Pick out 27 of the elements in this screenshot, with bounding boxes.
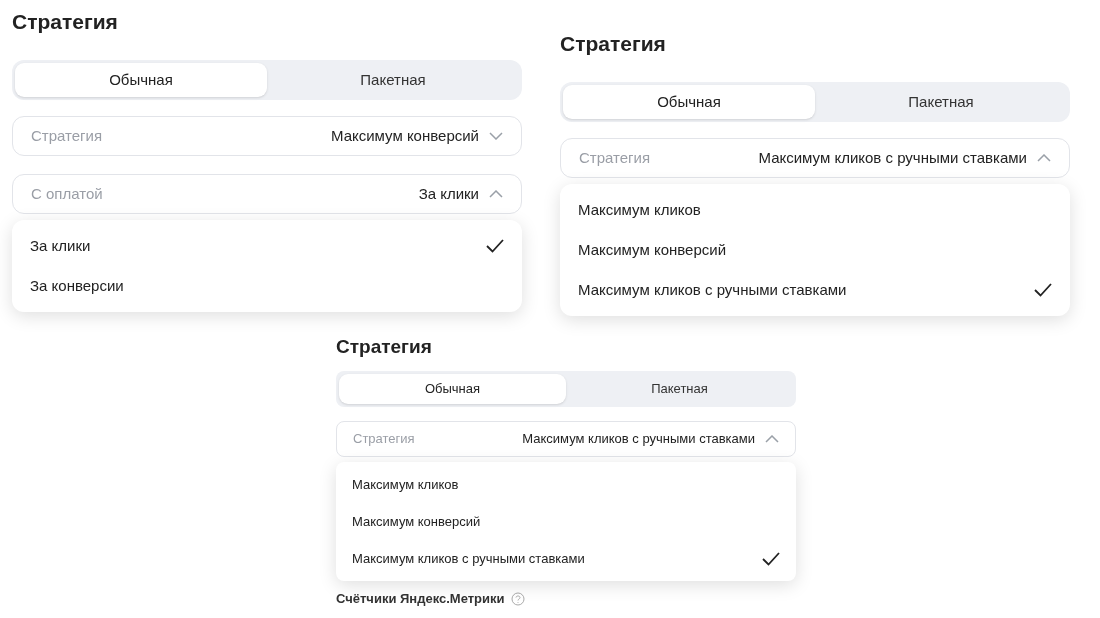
help-icon[interactable]	[510, 591, 525, 606]
tab[interactable]: Обычная	[339, 374, 566, 404]
dropdown-option[interactable]: Максимум кликов	[336, 466, 796, 503]
dropdown-option[interactable]: Максимум кликов с ручными ставками	[336, 540, 796, 577]
section-title: Стратегия	[12, 9, 119, 32]
tab[interactable]: Пакетная	[815, 85, 1067, 119]
tab[interactable]: Обычная	[563, 85, 815, 119]
select-field[interactable]: Стратегия Максимум кликов с ручными ставками	[560, 138, 1070, 178]
select-field[interactable]: С оплатой За клики	[12, 174, 522, 214]
dropdown-option[interactable]: За конверсии	[12, 266, 522, 306]
chevron-down-icon	[489, 132, 503, 140]
section-title: Стратегия	[336, 335, 433, 357]
section-title: Стратегия	[560, 31, 667, 54]
dropdown-option[interactable]: Максимум кликов с ручными ставками	[560, 270, 1070, 310]
dropdown-option[interactable]: Максимум конверсий	[336, 503, 796, 540]
select-field[interactable]: Стратегия Максимум кликов с ручными ставками	[336, 421, 796, 457]
dropdown-option[interactable]: Максимум кликов	[560, 190, 1070, 230]
tab[interactable]: Пакетная	[566, 374, 793, 404]
dropdown-option[interactable]: За клики	[12, 226, 522, 266]
select-field[interactable]: Стратегия Максимум конверсий	[12, 116, 522, 156]
chevron-up-icon	[1037, 154, 1051, 162]
tab[interactable]: Пакетная	[267, 63, 519, 97]
chevron-up-icon	[765, 435, 779, 443]
chevron-up-icon	[489, 190, 503, 198]
dropdown-option[interactable]: Максимум конверсий	[560, 230, 1070, 270]
tab[interactable]: Обычная	[15, 63, 267, 97]
section-label: Счётчики Яндекс.Метрики	[336, 590, 505, 608]
